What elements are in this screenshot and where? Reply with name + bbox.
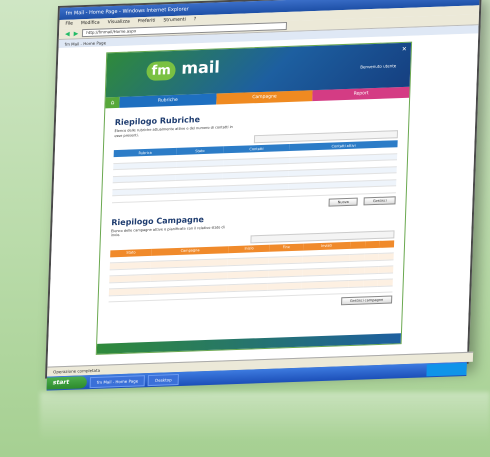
cell — [267, 288, 302, 297]
logo-mail: mail — [181, 57, 221, 78]
system-tray-clock — [426, 362, 467, 377]
cell — [221, 189, 289, 199]
cell — [108, 293, 151, 302]
menu-visualizza[interactable]: Visualizza — [108, 17, 130, 27]
app-logo: fm mail — [146, 57, 220, 81]
logo-fm: fm — [146, 60, 177, 81]
monitor-screen: fm Mail - Home Page - Windows Internet E… — [45, 0, 482, 391]
home-icon[interactable]: ⌂ — [105, 96, 120, 109]
menu-strumenti[interactable]: Strumenti — [163, 16, 186, 26]
welcome-text: Benvenuto utente — [360, 63, 397, 70]
status-text: Operazione completata — [53, 367, 101, 375]
browser-tab[interactable]: fm Mail - Home Page — [65, 40, 107, 46]
cell — [377, 285, 393, 293]
screen-reflection — [40, 392, 490, 442]
desktop-scene: fm Mail - Home Page - Windows Internet E… — [0, 0, 490, 457]
menu-modifica[interactable]: Modifica — [81, 19, 100, 29]
start-button[interactable]: start — [46, 376, 88, 390]
back-icon[interactable]: ◀ — [65, 30, 70, 37]
menu-preferiti[interactable]: Preferiti — [138, 17, 156, 27]
app-footer — [96, 333, 401, 354]
campagne-table: Stato Campagna Inizio Fine Inviati — [108, 239, 395, 303]
app-container: fm mail Benvenuto utente ✕ ⌂ Rubriche Ca… — [95, 41, 413, 355]
rubriche-title: Riepilogo Rubriche — [114, 115, 201, 128]
cell — [149, 291, 228, 301]
cell — [174, 191, 222, 201]
page-viewport: fm mail Benvenuto utente ✕ ⌂ Rubriche Ca… — [47, 33, 479, 367]
cell — [363, 285, 378, 294]
forward-icon[interactable]: ▶ — [74, 30, 79, 37]
main-content: Riepilogo Rubriche Elenco delle rubriche… — [98, 98, 409, 323]
rubriche-table: Rubrica Stato Contatti Contatti attivi — [112, 140, 398, 203]
cell — [226, 289, 269, 298]
cell — [301, 287, 349, 296]
campagne-description: Elenco delle campagne attive o pianifica… — [110, 224, 225, 238]
menu-help[interactable]: ? — [194, 15, 197, 24]
manage-rubriche-button[interactable]: Gestisci — [363, 195, 396, 205]
menu-file[interactable]: File — [65, 19, 73, 28]
taskbar-item-browser[interactable]: fm Mail - Home Page — [89, 374, 146, 388]
close-icon[interactable]: ✕ — [402, 46, 407, 53]
rubriche-description: Elenco delle rubriche attualmente attive… — [114, 124, 233, 138]
cell — [348, 286, 364, 294]
manage-campagne-button[interactable]: Gestisci campagne — [340, 295, 393, 306]
cell — [112, 193, 176, 203]
taskbar-item-desktop[interactable]: Desktop — [148, 373, 179, 386]
new-rubrica-button[interactable]: Nuova — [328, 197, 359, 207]
